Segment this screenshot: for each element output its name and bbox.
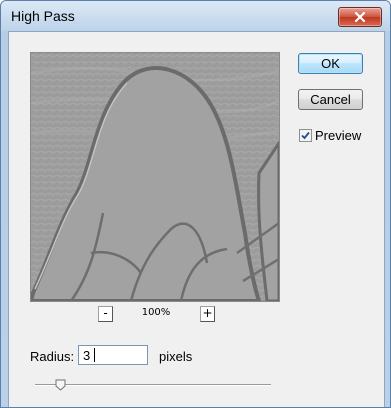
text-cursor [94, 348, 95, 362]
preview-checkbox[interactable]: Preview [299, 127, 361, 143]
zoom-out-button[interactable]: - [98, 306, 113, 322]
radius-slider-track[interactable] [35, 384, 271, 386]
radius-unit-label: pixels [159, 349, 193, 364]
close-button[interactable] [338, 7, 382, 27]
title-bar[interactable]: High Pass [1, 1, 390, 31]
preview-label: Preview [315, 127, 362, 143]
dialog-body: - 100% + OK Cancel Preview Radius: pixel… [8, 31, 385, 407]
slider-thumb-icon [55, 379, 66, 391]
cancel-button[interactable]: Cancel [298, 89, 363, 110]
radius-slider-thumb[interactable] [55, 378, 66, 396]
zoom-level: 100% [141, 307, 171, 318]
radius-label: Radius: [30, 349, 75, 364]
zoom-in-button[interactable]: + [200, 306, 215, 322]
checkbox-box[interactable] [299, 128, 312, 142]
high-pass-dialog: High Pass - 100% + OK Cancel Preview Rad… [0, 0, 391, 408]
ok-button[interactable]: OK [298, 53, 363, 74]
radius-input[interactable] [78, 345, 148, 365]
close-icon [354, 12, 366, 22]
dialog-title: High Pass [11, 8, 75, 24]
checkmark-icon [301, 131, 310, 139]
preview-image[interactable] [30, 52, 280, 302]
